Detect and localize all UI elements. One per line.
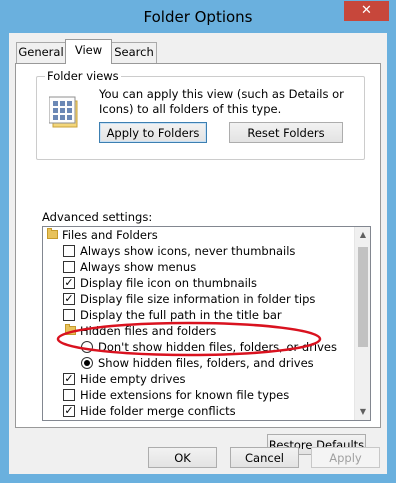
- tree-folder-hidden-files: Hidden files and folders: [43, 323, 352, 339]
- checkbox-checked[interactable]: ✓: [63, 293, 75, 305]
- option-label: Hide empty drives: [80, 372, 186, 386]
- option-label: Display file icon on thumbnails: [80, 276, 257, 290]
- option-label: Display the full path in the title bar: [80, 308, 282, 322]
- radio-button[interactable]: [81, 341, 93, 353]
- option-label: Display file size information in folder …: [80, 292, 316, 306]
- folder-icon: [47, 228, 58, 239]
- option-hide-merge-conflicts[interactable]: ✓ Hide folder merge conflicts: [43, 403, 352, 419]
- apply-to-folders-button[interactable]: Apply to Folders: [99, 122, 207, 143]
- option-display-file-icon[interactable]: ✓ Display file icon on thumbnails: [43, 275, 352, 291]
- folder-views-group: Folder views You can apply this view (su…: [36, 69, 365, 160]
- folder-options-window: Folder Options ✕ General View Search Fol…: [0, 0, 396, 483]
- ok-button[interactable]: OK: [148, 447, 217, 468]
- view-tab-panel: Folder views You can apply this view (su…: [15, 63, 381, 455]
- folder-view-icon: [49, 96, 78, 128]
- advanced-settings-label: Advanced settings:: [42, 210, 153, 224]
- option-label: Always show icons, never thumbnails: [80, 244, 296, 258]
- window-title: Folder Options: [143, 8, 253, 26]
- option-label: Always show menus: [80, 260, 197, 274]
- title-bar[interactable]: Folder Options ✕: [1, 1, 395, 33]
- option-label: Hide folder merge conflicts: [80, 404, 236, 418]
- scroll-up-arrow-icon[interactable]: ▲: [355, 227, 370, 243]
- folder-views-description: You can apply this view (such as Details…: [99, 87, 344, 116]
- option-display-full-path[interactable]: Display the full path in the title bar: [43, 307, 352, 323]
- option-hide-empty-drives[interactable]: ✓ Hide empty drives: [43, 371, 352, 387]
- cancel-button[interactable]: Cancel: [230, 447, 299, 468]
- tree-folder-label: Hidden files and folders: [80, 324, 217, 338]
- option-label: Hide extensions for known file types: [80, 388, 290, 402]
- checkbox-checked[interactable]: ✓: [63, 277, 75, 289]
- apply-button[interactable]: Apply: [311, 447, 380, 468]
- scroll-down-arrow-icon[interactable]: ▼: [355, 404, 370, 420]
- tab-general[interactable]: General: [16, 42, 66, 63]
- option-always-show-menus[interactable]: Always show menus: [43, 259, 352, 275]
- option-always-show-icons[interactable]: Always show icons, never thumbnails: [43, 243, 352, 259]
- checkbox-checked[interactable]: ✓: [63, 405, 75, 417]
- tree-folder-label: Files and Folders: [62, 228, 158, 242]
- tree-folder-files-and-folders: Files and Folders: [43, 227, 352, 243]
- option-dont-show-hidden[interactable]: Don't show hidden files, folders, or dri…: [43, 339, 352, 355]
- reset-folders-button[interactable]: Reset Folders: [229, 122, 343, 143]
- checkbox[interactable]: [63, 309, 75, 321]
- checkbox[interactable]: [63, 389, 75, 401]
- advanced-settings-tree[interactable]: Files and Folders Always show icons, nev…: [42, 226, 371, 421]
- checkbox-checked[interactable]: ✓: [63, 373, 75, 385]
- close-button[interactable]: ✕: [344, 1, 389, 21]
- option-show-hidden[interactable]: Show hidden files, folders, and drives: [43, 355, 352, 371]
- tab-search[interactable]: Search: [111, 42, 157, 63]
- tab-view[interactable]: View: [65, 39, 112, 64]
- option-display-file-size[interactable]: ✓ Display file size information in folde…: [43, 291, 352, 307]
- option-hide-extensions[interactable]: Hide extensions for known file types: [43, 387, 352, 403]
- folder-views-label: Folder views: [45, 69, 121, 83]
- checkbox[interactable]: [63, 261, 75, 273]
- option-label: Don't show hidden files, folders, or dri…: [98, 340, 338, 354]
- option-label: Show hidden files, folders, and drives: [98, 356, 314, 370]
- dialog-client-area: General View Search Folder views You can…: [9, 33, 387, 474]
- scroll-thumb[interactable]: [358, 247, 368, 347]
- radio-button-selected[interactable]: [81, 357, 93, 369]
- vertical-scrollbar[interactable]: ▲ ▼: [354, 227, 370, 420]
- checkbox[interactable]: [63, 245, 75, 257]
- folder-icon: [65, 324, 76, 335]
